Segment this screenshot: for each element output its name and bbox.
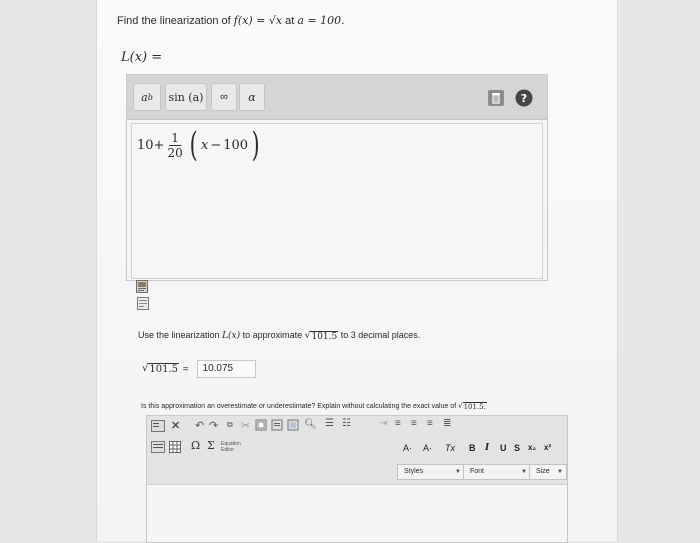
- italic-button[interactable]: I: [485, 443, 489, 453]
- power-button[interactable]: ab: [133, 83, 161, 111]
- sqrt-expression: √ 101.5.: [458, 402, 487, 411]
- image-icon[interactable]: [136, 280, 148, 293]
- estimate-prompt: Is this approximation an overestimate or…: [141, 402, 487, 411]
- justify-icon[interactable]: ≣: [443, 418, 451, 429]
- linearization-label: L(x) =: [121, 50, 163, 65]
- equation-editor-button[interactable]: Equation Editor: [221, 441, 245, 453]
- redo-icon[interactable]: ↷: [209, 419, 218, 432]
- undo-icon[interactable]: ↶: [195, 419, 204, 432]
- math-toolbar: ab sin (a) ∞ α ?: [127, 75, 547, 120]
- template-icon[interactable]: [151, 441, 165, 455]
- approximation-row: √ 101.5 ≈ 10.075: [142, 360, 256, 378]
- bulleted-list-icon[interactable]: ☷: [342, 418, 351, 429]
- source-icon[interactable]: [151, 420, 165, 434]
- rich-text-toolbar: ✕ ↶ ↷ ⧉ ✂ 🔍︎ ☰ ☷ ⇥ ≡ ≡ ≡ ≣ Ω Σ Equation …: [147, 416, 567, 485]
- find-icon[interactable]: 🔍︎: [304, 419, 317, 430]
- sigma-icon[interactable]: Σ: [207, 439, 215, 452]
- math-editor: ab sin (a) ∞ α ? 10+ 1 20 (x − 100): [126, 74, 548, 281]
- approximation-prompt: Use the linearization L(x) to approximat…: [138, 330, 421, 342]
- bold-button[interactable]: B: [469, 443, 476, 453]
- trash-icon[interactable]: [487, 89, 505, 107]
- align-left-icon[interactable]: ≡: [395, 418, 401, 429]
- linearization-expression: 10+ 1 20 ( x − 100 ): [137, 125, 260, 165]
- rich-text-editor: ✕ ↶ ↷ ⧉ ✂ 🔍︎ ☰ ☷ ⇥ ≡ ≡ ≡ ≣ Ω Σ Equation …: [146, 415, 568, 543]
- rich-text-body[interactable]: [147, 485, 567, 542]
- align-right-icon[interactable]: ≡: [427, 418, 433, 429]
- fx-expression: f(x) = √x: [233, 14, 283, 27]
- maximize-icon[interactable]: ✕: [171, 419, 180, 432]
- chevron-down-icon: ▼: [455, 469, 461, 475]
- copy-icon[interactable]: ⧉: [227, 420, 233, 430]
- sqrt-expression: √ 101.5: [304, 331, 339, 342]
- a-value: a = 100.: [297, 14, 345, 27]
- help-icon[interactable]: ?: [515, 89, 533, 107]
- paste-icon[interactable]: [255, 419, 267, 433]
- text-color-button[interactable]: A·: [403, 443, 412, 453]
- styles-dropdown[interactable]: Styles ▼: [397, 464, 465, 480]
- strikethrough-button[interactable]: S: [514, 443, 520, 453]
- subscript-button[interactable]: x₂: [528, 443, 536, 452]
- indent-icon[interactable]: ⇥: [379, 418, 387, 429]
- document-icon[interactable]: [137, 297, 149, 310]
- background-color-button[interactable]: A·: [423, 443, 432, 453]
- numbered-list-icon[interactable]: ☰: [325, 418, 334, 429]
- superscript-button[interactable]: x²: [544, 443, 551, 452]
- answer-input[interactable]: 10+ 1 20 ( x − 100 ): [131, 123, 543, 279]
- approximation-input[interactable]: 10.075: [196, 360, 256, 378]
- font-dropdown[interactable]: Font ▼: [463, 464, 531, 480]
- question-text: Find the linearization of f(x) = √x at a…: [117, 14, 345, 27]
- table-icon[interactable]: [169, 441, 181, 455]
- underline-button[interactable]: U: [500, 443, 507, 453]
- alpha-button[interactable]: α: [239, 83, 265, 111]
- chevron-down-icon: ▼: [521, 469, 527, 475]
- special-char-icon[interactable]: Ω: [191, 439, 200, 452]
- svg-text:?: ?: [521, 92, 527, 105]
- sin-button[interactable]: sin (a): [165, 83, 207, 111]
- infinity-button[interactable]: ∞: [211, 83, 237, 111]
- align-center-icon[interactable]: ≡: [411, 418, 417, 429]
- fraction: 1 20: [167, 130, 183, 160]
- chevron-down-icon: ▼: [557, 469, 563, 475]
- cut-icon[interactable]: ✂: [241, 419, 250, 432]
- remove-format-button[interactable]: Tx: [445, 443, 455, 453]
- size-dropdown[interactable]: Size ▼: [529, 464, 567, 480]
- paste-word-icon[interactable]: [287, 419, 299, 433]
- sqrt-expression: √ 101.5: [142, 363, 180, 375]
- paste-text-icon[interactable]: [271, 419, 283, 433]
